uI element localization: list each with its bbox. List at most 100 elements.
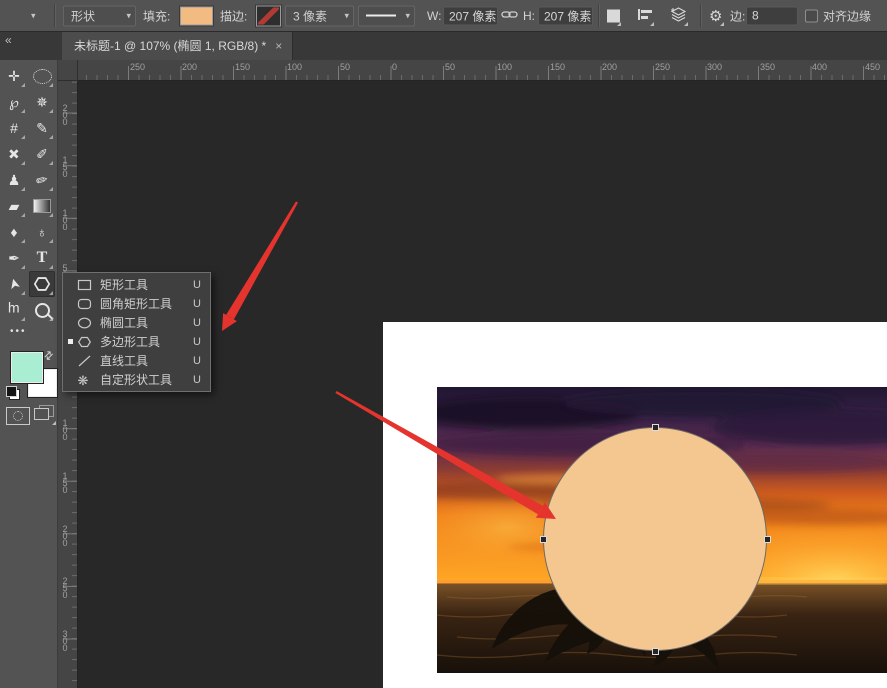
brush-tool[interactable]: ✐ bbox=[29, 141, 55, 167]
menu-item-ellipse-tool[interactable]: 椭圆工具U bbox=[63, 313, 210, 332]
lasso-tool[interactable]: ℘ bbox=[1, 89, 27, 115]
document-tab[interactable]: 未标题-1 @ 107% (椭圆 1, RGB/8) * × bbox=[62, 31, 293, 60]
screen-mode-button[interactable] bbox=[34, 405, 54, 422]
shape-tool[interactable] bbox=[29, 271, 55, 297]
screen-mode-front-rect bbox=[34, 408, 49, 420]
healing-brush-tool[interactable]: ✚ bbox=[1, 141, 27, 167]
flyout-corner-icon bbox=[49, 265, 53, 269]
flyout-corner-icon bbox=[49, 135, 53, 139]
menu-item-polygon-tool[interactable]: 多边形工具U bbox=[63, 332, 210, 351]
chevron-down-icon bbox=[52, 421, 56, 425]
width-field[interactable]: 207 像素 bbox=[443, 6, 498, 25]
zoom-tool[interactable] bbox=[29, 297, 55, 323]
tool-preset-caret-icon[interactable]: ▾ bbox=[31, 10, 36, 21]
hand-tool[interactable]: ɰ bbox=[1, 297, 27, 323]
flyout-corner-icon bbox=[49, 239, 53, 243]
flyout-corner-icon bbox=[21, 291, 25, 295]
flyout-corner-icon bbox=[21, 239, 25, 243]
path-selection-tool[interactable]: ➤ bbox=[1, 271, 27, 297]
stroke-width-dropdown[interactable]: 3 像素 ▾ bbox=[285, 5, 354, 26]
fill-label: 填充: bbox=[143, 7, 170, 24]
tab-bar: « 未标题-1 @ 107% (椭圆 1, RGB/8) * × bbox=[0, 31, 887, 60]
close-tab-icon[interactable]: × bbox=[275, 39, 282, 53]
ellipse-shape-layer[interactable] bbox=[543, 427, 767, 651]
stroke-color-swatch[interactable] bbox=[256, 5, 281, 26]
ruler-label: 150 bbox=[61, 157, 69, 178]
dodge-tool[interactable]: ♁ bbox=[29, 219, 55, 245]
sides-field[interactable]: 8 bbox=[746, 6, 798, 25]
foreground-color-swatch[interactable] bbox=[11, 352, 43, 383]
flyout-corner-icon bbox=[49, 161, 53, 165]
menu-item-label: 多边形工具 bbox=[100, 333, 193, 350]
shape-mode-value: 形状 bbox=[71, 7, 95, 24]
gradient-tool[interactable] bbox=[29, 193, 55, 219]
ruler-label: 100 bbox=[61, 210, 69, 231]
ruler-label: 200 bbox=[602, 62, 617, 72]
polygon-icon bbox=[77, 335, 92, 349]
pen-tool[interactable]: ✒ bbox=[1, 245, 27, 271]
align-edges-checkbox[interactable] bbox=[805, 9, 818, 22]
menu-item-rounded-rectangle-tool[interactable]: 圆角矩形工具U bbox=[63, 294, 210, 313]
flyout-corner-icon bbox=[21, 135, 25, 139]
edit-toolbar-overflow-button[interactable]: ••• bbox=[10, 326, 27, 337]
horizontal-ruler[interactable]: 2502001501005005010015020025030035040045… bbox=[57, 60, 887, 81]
eyedropper-tool-icon: ✎ bbox=[36, 121, 48, 135]
svg-text:❋: ❋ bbox=[78, 373, 89, 387]
eraser-tool[interactable]: ▰ bbox=[1, 193, 27, 219]
default-colors-icon[interactable] bbox=[6, 386, 20, 400]
width-label: W: bbox=[427, 9, 441, 23]
separator bbox=[54, 4, 56, 27]
menu-item-label: 自定形状工具 bbox=[100, 371, 193, 388]
anchor-point-right[interactable] bbox=[764, 536, 771, 543]
menu-item-label: 直线工具 bbox=[100, 352, 193, 369]
chevron-down-icon: ▾ bbox=[338, 10, 349, 21]
ruler-label: 0 bbox=[392, 62, 397, 72]
eraser-tool-icon: ▰ bbox=[9, 199, 20, 213]
move-tool[interactable]: ✛ bbox=[1, 63, 27, 89]
magic-wand-tool-icon: ✵ bbox=[36, 95, 48, 109]
options-bar: ▾ 形状 ▾ 填充: 描边: 3 像素 ▾ ▾ W: 207 像素 H: 207… bbox=[0, 0, 887, 32]
ruler-label: 150 bbox=[235, 62, 250, 72]
elliptical-marquee-tool[interactable] bbox=[29, 63, 55, 89]
chevron-down-icon bbox=[684, 22, 688, 26]
pen-tool-icon: ✒ bbox=[8, 251, 20, 265]
path-operations-icon[interactable] bbox=[607, 9, 620, 22]
magic-wand-tool[interactable]: ✵ bbox=[29, 89, 55, 115]
flyout-corner-icon bbox=[49, 317, 53, 321]
flyout-corner-icon bbox=[21, 317, 25, 321]
menu-item-custom-shape-tool[interactable]: ❋自定形状工具U bbox=[63, 370, 210, 389]
ruler-label: 100 bbox=[287, 62, 302, 72]
flyout-corner-icon bbox=[21, 187, 25, 191]
anchor-point-top[interactable] bbox=[652, 424, 659, 431]
stroke-label: 描边: bbox=[220, 7, 247, 24]
swap-colors-icon[interactable]: ⇄ bbox=[41, 348, 57, 364]
type-tool[interactable]: T bbox=[29, 245, 55, 271]
flyout-corner-icon bbox=[49, 291, 53, 295]
collapse-panels-icon[interactable]: « bbox=[5, 33, 12, 47]
zoom-tool-icon bbox=[35, 303, 50, 318]
mixer-brush-tool[interactable]: ✏ bbox=[29, 167, 55, 193]
menu-item-rectangle-tool[interactable]: 矩形工具U bbox=[63, 275, 210, 294]
height-field[interactable]: 207 像素 bbox=[538, 6, 593, 25]
height-value: 207 像素 bbox=[544, 7, 591, 24]
type-tool-icon: T bbox=[37, 250, 48, 266]
width-value: 207 像素 bbox=[449, 7, 496, 24]
anchor-point-left[interactable] bbox=[540, 536, 547, 543]
eyedropper-tool[interactable]: ✎ bbox=[29, 115, 55, 141]
ruler-label: 250 bbox=[655, 62, 670, 72]
link-dimensions-icon[interactable] bbox=[501, 8, 518, 23]
ellipse-icon bbox=[77, 316, 92, 330]
stroke-style-dropdown[interactable]: ▾ bbox=[358, 5, 415, 26]
blur-tool-icon: ♦ bbox=[10, 225, 17, 239]
fill-color-swatch[interactable] bbox=[180, 6, 213, 25]
shape-mode-dropdown[interactable]: 形状 ▾ bbox=[63, 5, 136, 26]
crop-tool[interactable]: # bbox=[1, 115, 27, 141]
chevron-down-icon bbox=[650, 22, 654, 26]
flyout-corner-icon bbox=[49, 83, 53, 87]
menu-item-line-tool[interactable]: 直线工具U bbox=[63, 351, 210, 370]
blur-tool[interactable]: ♦ bbox=[1, 219, 27, 245]
align-edges-label: 对齐边缘 bbox=[823, 7, 871, 24]
quick-mask-mode-button[interactable] bbox=[6, 407, 30, 425]
anchor-point-bottom[interactable] bbox=[652, 648, 659, 655]
clone-stamp-tool[interactable]: ♟ bbox=[1, 167, 27, 193]
